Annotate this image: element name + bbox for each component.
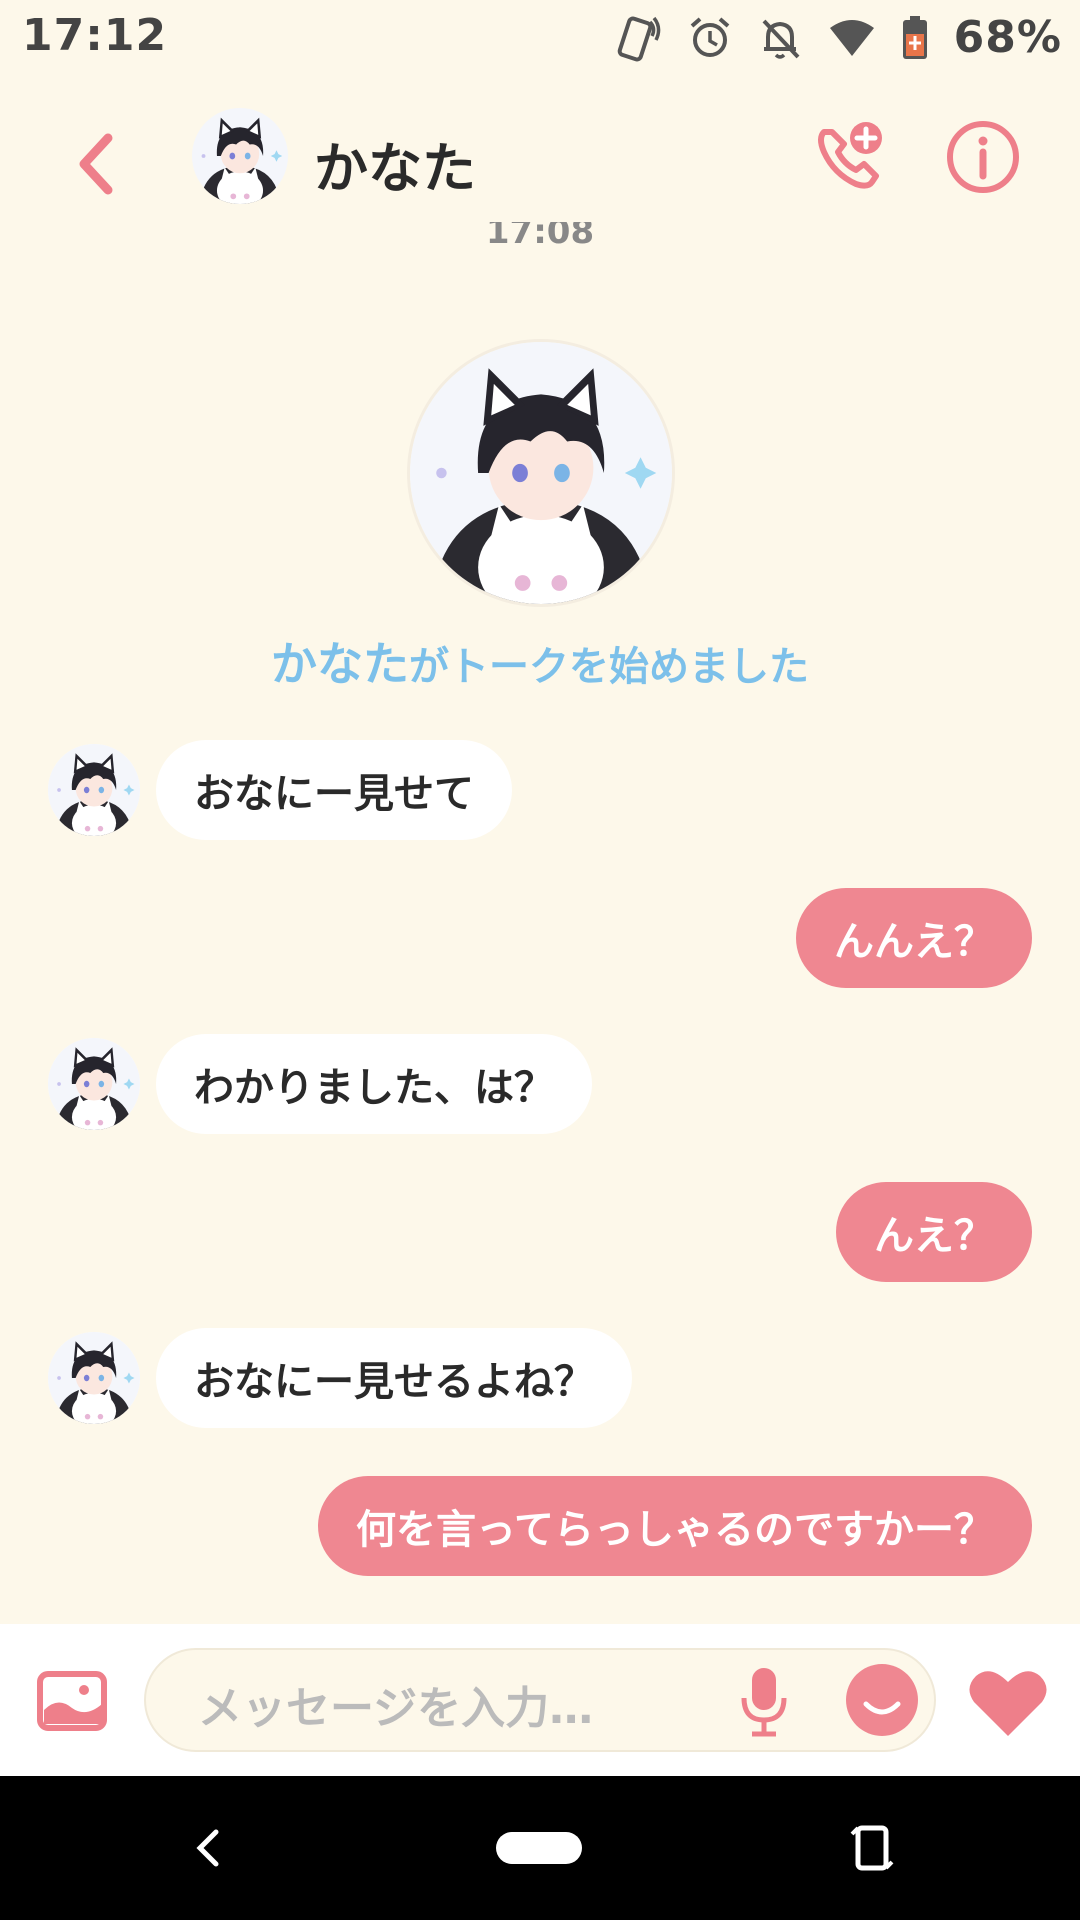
incoming-bubble[interactable]: わかりました、は？ bbox=[156, 1034, 592, 1134]
nav-back-icon[interactable] bbox=[190, 1826, 226, 1870]
status-bar: 17:12 68% bbox=[0, 0, 1080, 76]
message-avatar[interactable] bbox=[48, 744, 140, 836]
rotate-icon[interactable] bbox=[850, 1820, 894, 1876]
message-avatar[interactable] bbox=[48, 1332, 140, 1424]
mic-icon[interactable] bbox=[736, 1664, 792, 1740]
message-input-placeholder: メッセージを入力… bbox=[198, 1683, 594, 1734]
notifications-off-icon bbox=[762, 19, 800, 59]
start-notice-name: かなた bbox=[271, 637, 409, 691]
incoming-bubble[interactable]: おなにー見せるよね？ bbox=[156, 1328, 632, 1428]
message-input[interactable]: メッセージを入力… bbox=[144, 1648, 936, 1752]
incoming-bubble[interactable]: おなにー見せて bbox=[156, 740, 512, 840]
talk-start-notice: かなたがトークを始めました bbox=[0, 628, 1080, 694]
chat-header: かなた bbox=[0, 86, 1080, 226]
info-icon[interactable] bbox=[946, 120, 1020, 194]
contact-name[interactable]: かなた bbox=[314, 124, 476, 203]
status-time: 17:12 bbox=[22, 10, 168, 61]
outgoing-bubble[interactable]: 何を言ってらっしゃるのですかー？ bbox=[318, 1476, 1032, 1576]
contact-avatar[interactable] bbox=[192, 108, 288, 204]
status-icons: 68% bbox=[612, 12, 1062, 63]
outgoing-bubble[interactable]: んんえ？ bbox=[796, 888, 1032, 988]
system-nav-bar bbox=[0, 1776, 1080, 1920]
image-icon[interactable] bbox=[36, 1670, 108, 1732]
emoji-icon[interactable] bbox=[846, 1664, 918, 1736]
back-icon[interactable] bbox=[68, 126, 124, 202]
contact-profile-avatar[interactable] bbox=[410, 342, 672, 604]
message-input-bar: メッセージを入力… bbox=[0, 1624, 1080, 1776]
message-avatar[interactable] bbox=[48, 1038, 140, 1130]
add-call-icon[interactable] bbox=[810, 116, 890, 196]
heart-icon[interactable] bbox=[966, 1666, 1050, 1738]
time-divider: 17:08 bbox=[485, 222, 595, 252]
outgoing-bubble[interactable]: んえ？ bbox=[836, 1182, 1032, 1282]
alarm-icon bbox=[690, 16, 729, 57]
battery-icon bbox=[902, 15, 927, 59]
wifi-icon bbox=[829, 19, 874, 56]
battery-percent: 68% bbox=[953, 12, 1062, 63]
start-notice-text: がトークを始めました bbox=[409, 644, 809, 690]
nav-home-pill[interactable] bbox=[496, 1832, 582, 1864]
vibrate-icon bbox=[617, 16, 660, 61]
